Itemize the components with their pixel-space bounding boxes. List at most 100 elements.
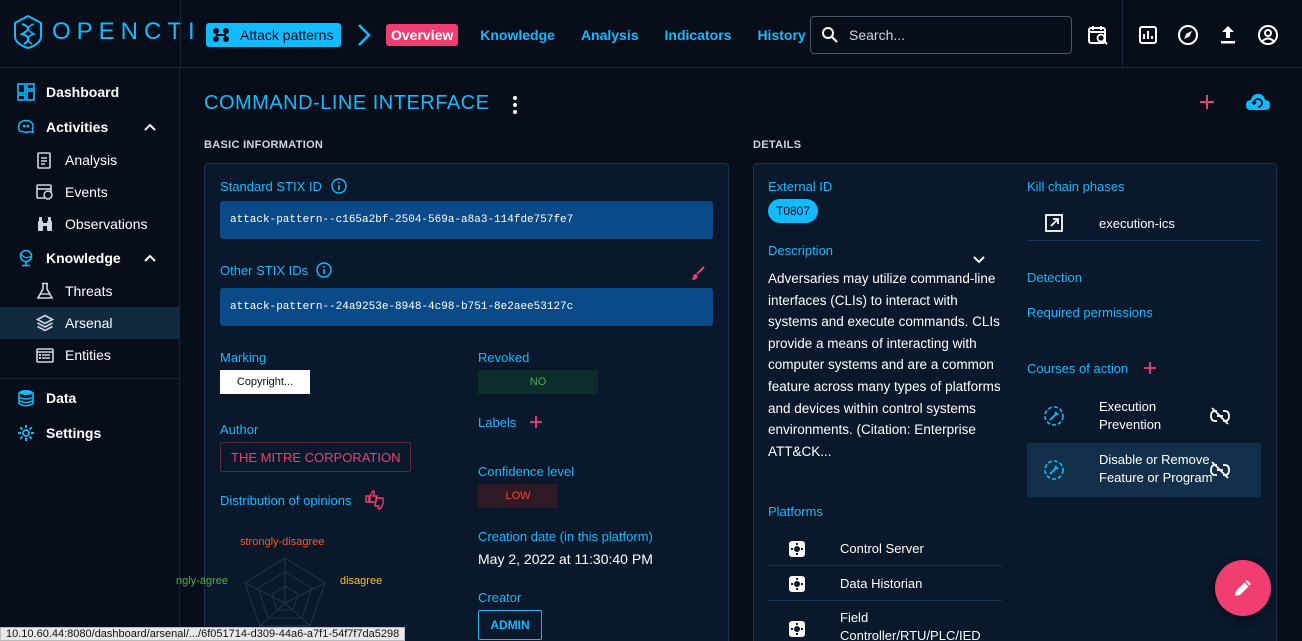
sidebar-item-label: Entities — [65, 347, 111, 363]
link-off-icon[interactable] — [1209, 406, 1231, 431]
basic-info-heading: BASIC INFORMATION — [204, 139, 324, 151]
info-icon[interactable] — [316, 262, 332, 283]
course-of-action-icon — [1043, 405, 1065, 432]
chevron-right-icon — [354, 22, 374, 53]
thumbs-up-down-icon[interactable] — [364, 490, 388, 515]
sidebar-item-label: Dashboard — [46, 84, 120, 100]
add-icon[interactable] — [1198, 92, 1216, 117]
detection-label: Detection — [1027, 270, 1082, 285]
sidebar-item-settings[interactable]: Settings — [0, 417, 180, 449]
required-permissions-label: Required permissions — [1027, 305, 1153, 320]
other-stix-id-value: attack-pattern--24a9253e-8948-4c98-b751-… — [220, 288, 713, 326]
course-of-action-row[interactable]: Execution Prevention — [1027, 389, 1261, 443]
settings-icon — [17, 424, 35, 442]
radar-label-disagree: disagree — [340, 575, 383, 587]
sidebar-item-label: Arsenal — [65, 315, 113, 331]
sidebar-item-arsenal[interactable]: Arsenal — [0, 307, 180, 339]
dashboard-icon — [17, 83, 35, 101]
sidebar-item-dashboard[interactable]: Dashboard — [0, 76, 180, 108]
course-of-action-name: Disable or Remove Feature or Program — [1099, 452, 1213, 485]
platform-gear-icon — [788, 575, 806, 598]
sidebar-item-label: Events — [65, 184, 108, 200]
arsenal-icon — [36, 314, 54, 332]
entity-type-chip[interactable]: Attack patterns — [206, 23, 342, 47]
sidebar-item-data[interactable]: Data — [0, 382, 180, 414]
link-off-icon[interactable] — [1209, 460, 1231, 485]
chevron-up-icon[interactable] — [142, 250, 158, 271]
explore-icon[interactable] — [1177, 24, 1199, 46]
app-name: OPENCTI — [52, 18, 201, 45]
opencti-logo[interactable]: OPENCTI — [12, 14, 201, 50]
cloud-refresh-icon[interactable] — [1245, 92, 1271, 117]
platform-name: Control Server — [840, 540, 924, 556]
confidence-label: Confidence level — [478, 464, 575, 479]
revoked-badge: NO — [478, 370, 598, 394]
sidebar-item-events[interactable]: Events — [0, 176, 180, 208]
platform-row: Data Historian — [768, 567, 1002, 601]
account-icon[interactable] — [1257, 24, 1279, 46]
info-icon[interactable] — [331, 178, 347, 199]
sidebar-item-activities[interactable]: Activities — [0, 111, 180, 143]
course-of-action-name: Execution Prevention — [1099, 399, 1162, 432]
entity-type-label: Attack patterns — [240, 27, 334, 43]
marking-chip[interactable]: Copyright... — [220, 370, 310, 394]
courses-of-action-label: Courses of action — [1027, 361, 1129, 376]
description-text: Adversaries may utilize command-line int… — [768, 271, 1001, 459]
creator-chip[interactable]: ADMIN — [478, 610, 542, 640]
tab-knowledge[interactable]: Knowledge — [480, 27, 555, 43]
opinions-radar-chart — [244, 557, 326, 627]
sidebar-item-observations[interactable]: Observations — [0, 208, 180, 240]
author-chip[interactable]: THE MITRE CORPORATION — [220, 442, 412, 472]
observations-icon — [36, 215, 54, 233]
add-label-icon[interactable] — [528, 414, 544, 435]
other-stix-ids-label: Other STIX IDs — [220, 263, 309, 278]
edit-brush-icon[interactable] — [690, 265, 706, 286]
edit-button[interactable] — [1215, 560, 1271, 616]
sidebar-item-label: Settings — [46, 425, 102, 441]
opinions-label: Distribution of opinions — [220, 493, 352, 508]
sidebar-item-knowledge[interactable]: Knowledge — [0, 242, 180, 274]
search-input[interactable]: Search... — [810, 16, 1072, 54]
sidebar-item-analysis[interactable]: Analysis — [0, 144, 180, 176]
sidebar-item-entities[interactable]: Entities — [0, 339, 180, 371]
logo-icon — [14, 14, 42, 50]
tab-overview[interactable]: Overview — [386, 24, 459, 46]
divider — [180, 0, 181, 68]
divider — [0, 378, 180, 379]
radar-label-strongly-disagree: strongly-disagree — [240, 536, 325, 548]
author-label: Author — [220, 422, 259, 437]
activities-icon — [17, 118, 35, 136]
tab-history[interactable]: History — [757, 27, 805, 43]
upload-icon[interactable] — [1217, 24, 1239, 46]
platform-name: Field Controller/RTU/PLC/IED — [840, 610, 981, 641]
details-heading: DETAILS — [753, 139, 802, 151]
tab-analysis[interactable]: Analysis — [581, 27, 639, 43]
revoked-label: Revoked — [478, 350, 530, 365]
standard-stix-id-label: Standard STIX ID — [220, 179, 322, 194]
platform-gear-icon — [788, 620, 806, 641]
entity-tabs: Overview Knowledge Analysis Indicators H… — [386, 23, 832, 47]
sidebar-item-threats[interactable]: Threats — [0, 275, 180, 307]
confidence-badge: LOW — [478, 484, 558, 508]
external-id-label: External ID — [768, 179, 833, 194]
kill-chain-phase-row[interactable]: execution-ics — [1027, 205, 1261, 241]
creation-date-label: Creation date (in this platform) — [478, 529, 653, 544]
tab-indicators[interactable]: Indicators — [665, 27, 732, 43]
platform-row: Control Server — [768, 532, 1002, 566]
threats-icon — [36, 282, 54, 300]
sidebar-item-label: Data — [46, 390, 77, 406]
dashboard-report-icon[interactable] — [1137, 24, 1159, 46]
add-course-of-action-icon[interactable] — [1142, 360, 1158, 381]
chevron-up-icon[interactable] — [142, 119, 158, 140]
course-of-action-row[interactable]: Disable or Remove Feature or Program — [1027, 443, 1261, 497]
data-icon — [17, 389, 35, 407]
search-placeholder: Search... — [849, 27, 906, 43]
more-vert-icon[interactable] — [510, 95, 520, 120]
edit-pencil-icon — [1235, 580, 1251, 596]
page-title: COMMAND-LINE INTERFACE — [204, 92, 490, 114]
standard-stix-id-value: attack-pattern--c165a2bf-2504-569a-a8a3-… — [220, 201, 713, 239]
search-icon — [822, 27, 838, 43]
search-history-icon[interactable] — [1087, 24, 1109, 46]
sidebar-item-label: Knowledge — [46, 250, 121, 266]
browser-status-url: 10.10.60.44:8080/dashboard/arsenal/.../6… — [0, 627, 406, 641]
